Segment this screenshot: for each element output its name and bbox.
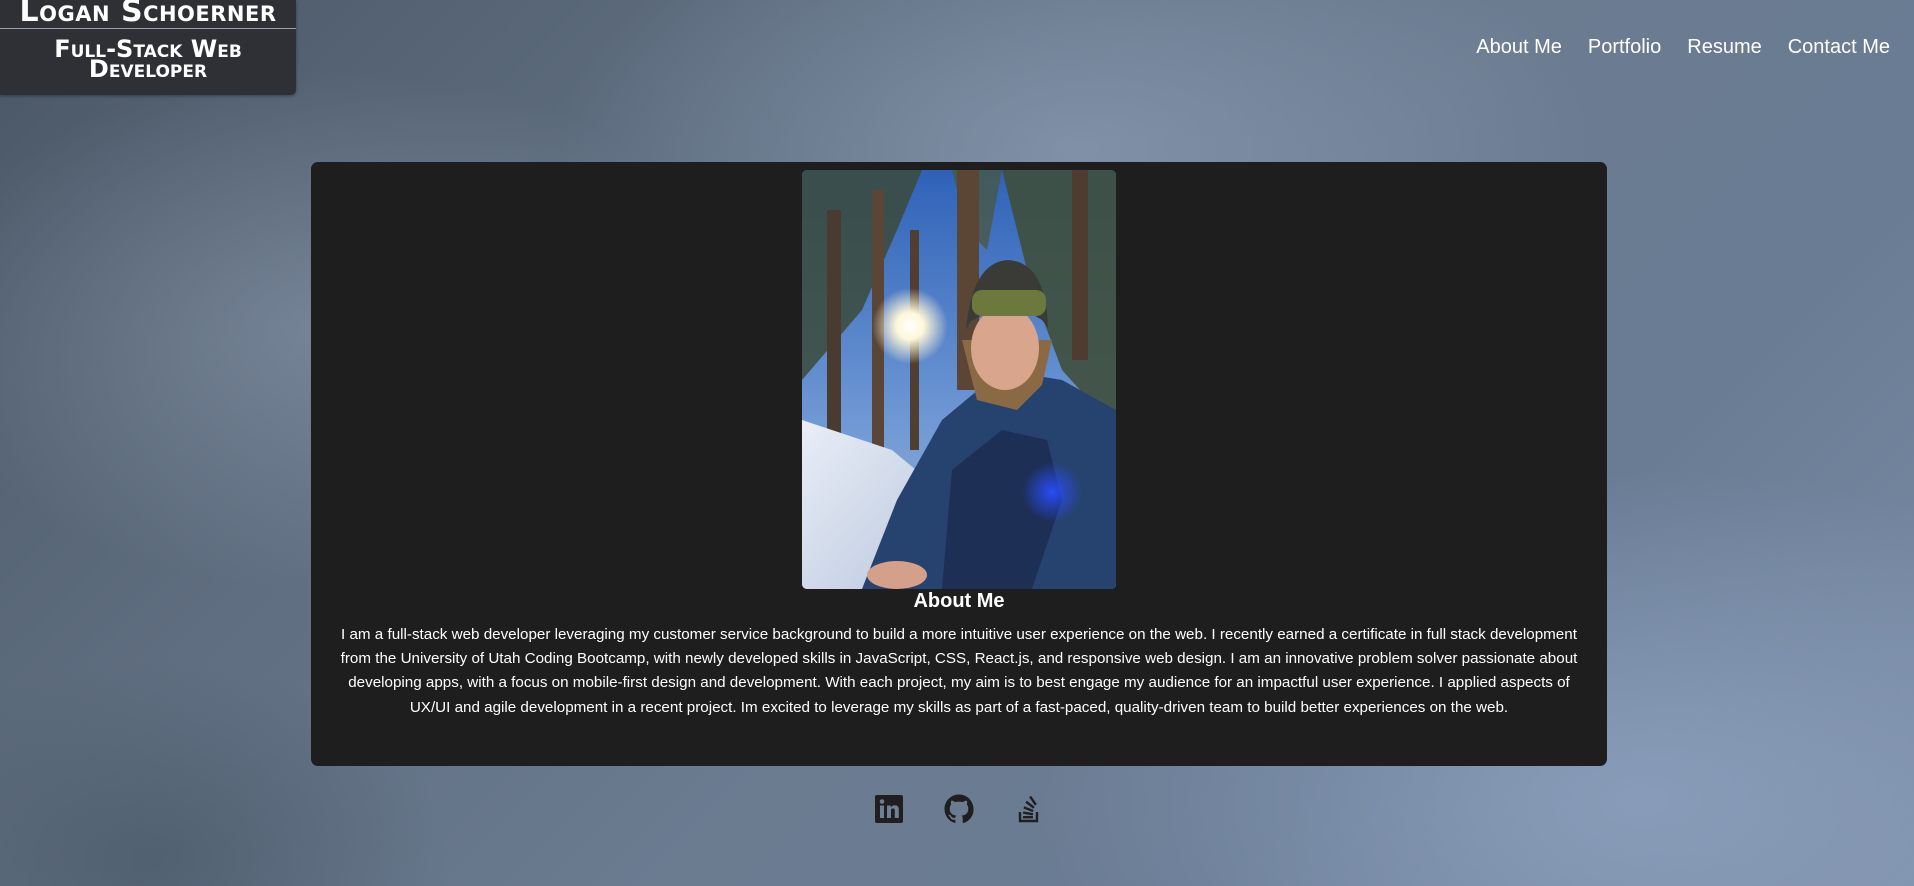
site-owner-title: Full-Stack Web Developer: [54, 35, 242, 83]
site-owner-name: Logan Schoerner: [19, 0, 277, 29]
stack-overflow-icon[interactable]: [1013, 793, 1045, 825]
about-card: About Me I am a full-stack web developer…: [311, 162, 1607, 766]
brand-box: Logan Schoerner Full-Stack Web Developer: [0, 0, 296, 95]
nav-portfolio[interactable]: Portfolio: [1588, 36, 1661, 59]
social-links: [873, 793, 1045, 825]
linkedin-icon[interactable]: [873, 793, 905, 825]
main-nav: About Me Portfolio Resume Contact Me: [1476, 36, 1890, 59]
github-icon[interactable]: [943, 793, 975, 825]
nav-contact-me[interactable]: Contact Me: [1788, 36, 1890, 59]
nav-resume[interactable]: Resume: [1687, 36, 1761, 59]
about-heading: About Me: [913, 590, 1005, 612]
brand-divider: [0, 28, 296, 29]
about-body-text: I am a full-stack web developer leveragi…: [340, 626, 1578, 716]
nav-about-me[interactable]: About Me: [1476, 36, 1562, 59]
profile-photo: [802, 170, 1116, 589]
